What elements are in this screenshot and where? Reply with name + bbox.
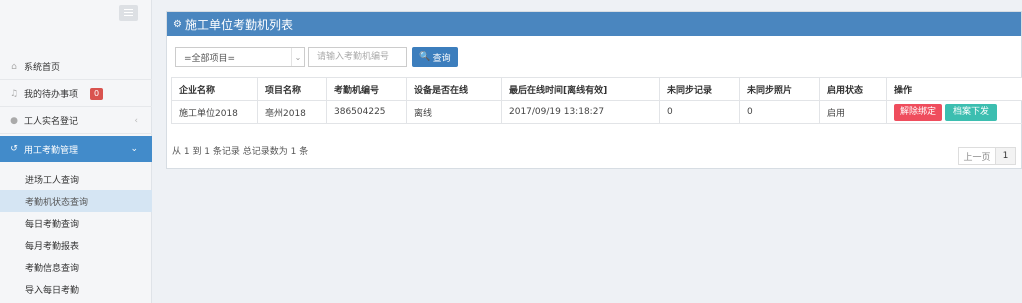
cell-status: 启用 (819, 100, 887, 124)
sidebar-subitem-monthly-report[interactable]: 每月考勤报表 (0, 234, 152, 256)
sidebar-subitem-daily-attendance[interactable]: 每日考勤查询 (0, 212, 152, 234)
column-header: 最后在线时间[离线有效] (501, 77, 660, 101)
cell-project: 亳州2018 (257, 100, 327, 124)
chevron-down-icon: ⌄ (291, 48, 304, 66)
cell-company: 施工单位2018 (171, 100, 258, 124)
panel-title: 施工单位考勤机列表 (184, 17, 293, 32)
sidebar-toggle-button[interactable] (119, 5, 138, 21)
sidebar-item-todo[interactable]: ♫ 我的待办事项 0 (0, 81, 152, 107)
sidebar-item-worker-registration[interactable]: ● 工人实名登记 ‹ (0, 108, 152, 134)
sidebar-item-label: 用工考勤管理 (24, 145, 79, 156)
column-header: 启用状态 (819, 77, 887, 101)
cell-actions: 解除绑定 档案下发 (886, 100, 1022, 124)
sidebar-subitem-attendance-info[interactable]: 考勤信息查询 (0, 256, 152, 278)
issue-archive-button[interactable]: 档案下发 (945, 103, 998, 121)
home-icon: ⌂ (11, 61, 17, 72)
chevron-left-icon: ‹ (134, 115, 138, 126)
sidebar-item-home[interactable]: ⌂ 系统首页 (0, 54, 152, 80)
sidebar-item-label: 系统首页 (24, 63, 61, 73)
chevron-down-icon: ⌄ (130, 144, 138, 154)
history-icon: ↺ (10, 144, 18, 154)
sidebar-subitem-label: 导入每日考勤 (25, 285, 80, 296)
sidebar-subitem-import-daily[interactable]: 导入每日考勤 (0, 278, 152, 300)
machine-list-panel: ⚙ 施工单位考勤机列表 =全部项目= ⌄ 🔍 查询 企业名称 项目名称 考勤机编… (166, 11, 1022, 169)
sidebar-subitem-label: 考勤机状态查询 (25, 197, 89, 208)
column-header: 未同步照片 (739, 77, 820, 101)
user-icon: ● (10, 115, 18, 126)
cell-unsynced-photos: 0 (739, 100, 820, 124)
cell-unsynced-records: 0 (659, 100, 740, 124)
column-header: 设备是否在线 (406, 77, 502, 101)
project-select[interactable]: =全部项目= ⌄ (175, 47, 305, 67)
prev-page-button[interactable]: 上一页 (958, 147, 996, 165)
cogs-icon: ⚙ (173, 18, 182, 30)
sidebar-item-label: 工人实名登记 (24, 117, 79, 127)
sidebar-subitem-label: 考勤信息查询 (25, 263, 80, 274)
cell-online: 离线 (406, 100, 502, 124)
page-number-button[interactable]: 1 (996, 147, 1016, 165)
column-header: 项目名称 (257, 77, 327, 101)
column-header: 考勤机编号 (326, 77, 407, 101)
sidebar-subitem-machine-status[interactable]: 考勤机状态查询 (0, 190, 152, 212)
sidebar-item-attendance-management[interactable]: ↺ 用工考勤管理 ⌄ (0, 136, 152, 162)
column-header: 企业名称 (171, 77, 258, 101)
cell-machine-number: 386504225 (326, 100, 407, 124)
column-header: 操作 (886, 77, 1022, 101)
cell-last-online: 2017/09/19 13:18:27 (501, 100, 660, 124)
machine-table: 企业名称 项目名称 考勤机编号 设备是否在线 最后在线时间[离线有效] 未同步记… (171, 77, 1022, 124)
project-select-value: =全部项目= (184, 53, 236, 64)
bell-icon: ♫ (9, 88, 19, 99)
search-icon: 🔍 (419, 52, 431, 62)
machine-number-search-input[interactable] (308, 47, 407, 67)
sidebar-subitem-label: 每月考勤报表 (25, 241, 80, 252)
table-row: 施工单位2018 亳州2018 386504225 离线 2017/09/19 … (171, 100, 1022, 124)
records-summary: 从 1 到 1 条记录 总记录数为 1 条 (172, 147, 309, 157)
query-button-label: 查询 (432, 53, 451, 64)
query-button[interactable]: 🔍 查询 (412, 47, 458, 67)
table-header-row: 企业名称 项目名称 考勤机编号 设备是否在线 最后在线时间[离线有效] 未同步记… (171, 77, 1022, 101)
column-header: 未同步记录 (659, 77, 740, 101)
sidebar: ⌂ 系统首页 ♫ 我的待办事项 0 ● 工人实名登记 ‹ ↺ 用工考勤管理 ⌄ … (0, 0, 152, 303)
sidebar-subitem-label: 进场工人查询 (25, 175, 80, 186)
todo-count-badge: 0 (90, 87, 104, 100)
panel-header: ⚙ 施工单位考勤机列表 (167, 12, 1021, 36)
sidebar-subitem-label: 每日考勤查询 (25, 219, 80, 230)
pagination: 上一页 1 (958, 147, 1016, 165)
unbind-button[interactable]: 解除绑定 (894, 103, 943, 121)
sidebar-subitem-worker-query[interactable]: 进场工人查询 (0, 168, 152, 190)
sidebar-item-label: 我的待办事项 (24, 90, 79, 100)
